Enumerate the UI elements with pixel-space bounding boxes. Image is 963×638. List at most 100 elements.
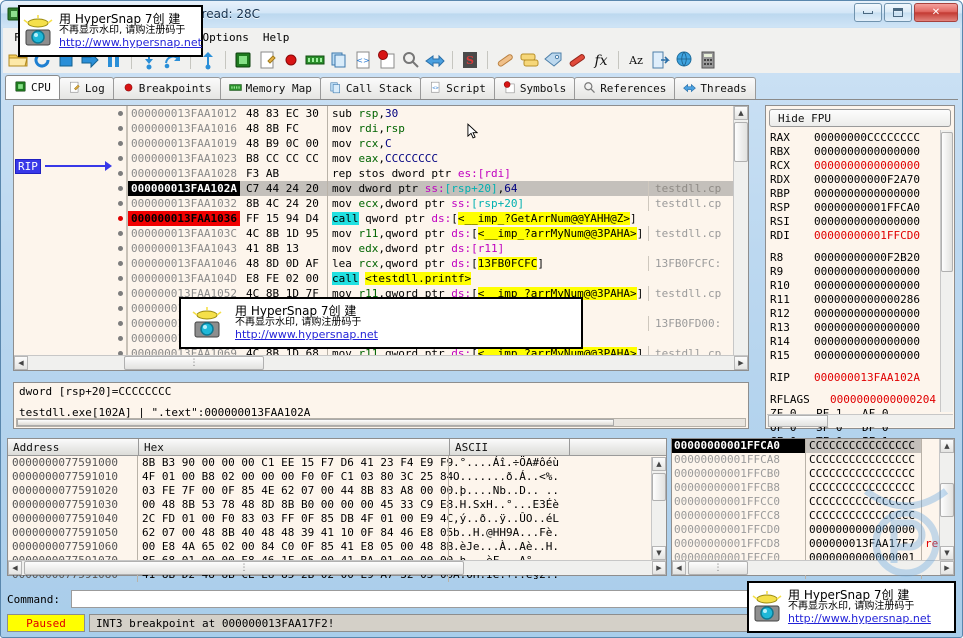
register-value[interactable]: 0000000000000000: [814, 159, 920, 173]
registers-vscrollbar[interactable]: [940, 130, 953, 412]
register-row[interactable]: RAX 00000000CCCCCCCC: [770, 131, 954, 145]
hide-fpu-button[interactable]: Hide FPU: [769, 109, 951, 127]
dump-scroll-down-icon[interactable]: ▼: [652, 546, 666, 560]
register-value[interactable]: 0000000000000000: [814, 279, 920, 293]
register-value[interactable]: 0000000000000000: [814, 215, 920, 229]
register-row[interactable]: R15 0000000000000000: [770, 349, 954, 363]
dump-scroll-left-icon[interactable]: ◀: [8, 561, 22, 575]
log-icon[interactable]: [256, 49, 278, 71]
dump-scroll-up-icon[interactable]: ▲: [652, 457, 666, 471]
stack-scroll-up-icon[interactable]: ▲: [940, 439, 954, 453]
disassembly-row[interactable]: 000000013FAA1046 48 8D 0D AF lea rcx,qword…: [14, 256, 748, 271]
register-row[interactable]: R8 00000000000F2B20: [770, 251, 954, 265]
register-value[interactable]: 0000000000000000: [814, 321, 920, 335]
watermark-url[interactable]: http://www.hypersnap.net: [59, 37, 202, 49]
dump-header-ascii[interactable]: ASCII: [450, 439, 570, 455]
memory-icon[interactable]: [304, 49, 326, 71]
stack-row[interactable]: 00000000001FFCA0 CCCCCCCCCCCCCCCC: [672, 439, 954, 453]
dump-header-address[interactable]: Address: [8, 439, 139, 455]
hscroll-thumb[interactable]: ⋮: [124, 356, 264, 370]
register-row[interactable]: R13 0000000000000000: [770, 321, 954, 335]
breakpoint-gutter[interactable]: [114, 286, 128, 301]
register-value[interactable]: 0000000000000286: [814, 293, 920, 307]
comment-icon[interactable]: [518, 49, 540, 71]
register-row[interactable]: RBP 0000000000000000: [770, 187, 954, 201]
disassembly-vscrollbar[interactable]: ▲ ▼: [733, 106, 748, 370]
dump-header-hex[interactable]: Hex: [139, 439, 450, 455]
maximize-button[interactable]: [884, 3, 912, 22]
memory-dump-panel[interactable]: Address Hex ASCII 0000000077591000 8B B3 …: [7, 438, 667, 582]
scroll-right-icon[interactable]: ▶: [734, 356, 748, 370]
calculator-icon[interactable]: [697, 49, 719, 71]
breakpoint-gutter[interactable]: [114, 256, 128, 271]
register-row[interactable]: R11 0000000000000286: [770, 293, 954, 307]
dump-row[interactable]: 0000000077591030 00 48 8B 53 78 48 8D 8B …: [8, 498, 666, 512]
dump-row[interactable]: 0000000077591000 8B B3 90 00 00 00 C1 EE …: [8, 456, 666, 470]
callstack-icon[interactable]: [328, 49, 350, 71]
disassembly-row[interactable]: 000000013FAA104D E8 FE 02 00 call <testdll…: [14, 271, 748, 286]
register-value[interactable]: 00000000000F2A70: [814, 173, 920, 187]
tab-breakpoints[interactable]: Breakpoints: [112, 77, 221, 99]
register-value[interactable]: 0000000000000000: [814, 265, 920, 279]
stack-hscroll-thumb[interactable]: ⋮: [688, 561, 748, 575]
export-icon[interactable]: [649, 49, 671, 71]
rflags-value[interactable]: 0000000000000204: [830, 393, 936, 407]
tab-script[interactable]: <> Script: [420, 77, 495, 99]
breakpoint-gutter[interactable]: [114, 211, 128, 226]
register-row[interactable]: R9 0000000000000000: [770, 265, 954, 279]
disassembly-row[interactable]: 000000013FAA102A C7 44 24 20 mov dword ptr…: [14, 181, 748, 196]
tab-threads[interactable]: Threads: [674, 77, 756, 99]
script-icon[interactable]: <>: [352, 49, 374, 71]
register-value[interactable]: 00000000CCCCCCCC: [814, 131, 920, 145]
patch-icon[interactable]: [494, 49, 516, 71]
register-row[interactable]: RDX 00000000000F2A70: [770, 173, 954, 187]
cpu-icon[interactable]: [232, 49, 254, 71]
tab-memory-map[interactable]: Memory Map: [219, 77, 321, 99]
minimize-button[interactable]: [854, 3, 882, 22]
breakpoint-gutter[interactable]: [114, 121, 128, 136]
scroll-up-icon[interactable]: ▲: [734, 106, 748, 120]
disassembly-hscrollbar[interactable]: ◀ ⋮ ▶: [14, 355, 748, 370]
register-value[interactable]: 0000000000000000: [814, 145, 920, 159]
registers-panel[interactable]: Hide FPU RAX 00000000CCCCCCCC RBX 000000000…: [765, 105, 955, 448]
globe-icon[interactable]: [673, 49, 695, 71]
register-row[interactable]: RSP 00000000001FFCA0: [770, 201, 954, 215]
register-value[interactable]: 00000000001FFCD0: [814, 229, 920, 243]
register-value[interactable]: 00000000001FFCA0: [814, 201, 920, 215]
disassembly-row[interactable]: 000000013FAA1023 B8 CC CC CC mov eax,CCCCC…: [14, 151, 748, 166]
tab-call-stack[interactable]: Call Stack: [319, 77, 422, 99]
function-icon[interactable]: fx: [590, 49, 612, 71]
dump-vscrollbar[interactable]: ▲ ▼: [651, 457, 666, 560]
register-value[interactable]: 00000000000F2B20: [814, 251, 920, 265]
tab-log[interactable]: Log: [58, 77, 114, 99]
watermark3-url[interactable]: http://www.hypersnap.net: [788, 613, 931, 625]
tab-symbols[interactable]: Symbols: [493, 77, 576, 99]
stack-scroll-left-icon[interactable]: ◀: [672, 561, 686, 575]
dump-row[interactable]: 0000000077591060 00 E8 4A 65 02 00 84 C0 …: [8, 540, 666, 554]
breakpoint-gutter[interactable]: [114, 196, 128, 211]
disassembly-row[interactable]: 000000013FAA1019 48 B9 0C 00 mov rcx,C: [14, 136, 748, 151]
register-row[interactable]: R14 0000000000000000: [770, 335, 954, 349]
dump-scroll-right-icon[interactable]: ▶: [652, 561, 666, 575]
register-row[interactable]: RIP 000000013FAA102A: [770, 371, 954, 385]
dump-scroll-thumb[interactable]: [652, 473, 666, 501]
scroll-left-icon[interactable]: ◀: [14, 356, 28, 370]
breakpoint-gutter[interactable]: [114, 316, 128, 331]
register-list[interactable]: RAX 00000000CCCCCCCC RBX 0000000000000000 RC…: [766, 129, 954, 449]
register-value[interactable]: 0000000000000000: [814, 307, 920, 321]
disassembly-row[interactable]: 000000013FAA1032 8B 4C 24 20 mov ecx,dword…: [14, 196, 748, 211]
register-value[interactable]: 0000000000000000: [814, 335, 920, 349]
register-row[interactable]: RSI 0000000000000000: [770, 215, 954, 229]
dump-hscroll-thumb[interactable]: ⋮: [24, 561, 464, 575]
dump-row[interactable]: 0000000077591020 03 FE 7F 00 0F 85 4E 62 …: [8, 484, 666, 498]
text-icon[interactable]: Az: [625, 49, 647, 71]
scroll-thumb[interactable]: [734, 122, 748, 162]
rflags-row[interactable]: RFLAGS 0000000000000204: [770, 393, 954, 407]
register-row[interactable]: RDI 00000000001FFCD0: [770, 229, 954, 243]
breakpoint-gutter[interactable]: [114, 241, 128, 256]
label-icon[interactable]: [542, 49, 564, 71]
breakpoint-gutter[interactable]: [114, 331, 128, 346]
breakpoint-gutter[interactable]: [114, 166, 128, 181]
tab-references[interactable]: References: [574, 77, 676, 99]
disassembly-row[interactable]: 000000013FAA103C 4C 8B 1D 95 mov r11,qword…: [14, 226, 748, 241]
